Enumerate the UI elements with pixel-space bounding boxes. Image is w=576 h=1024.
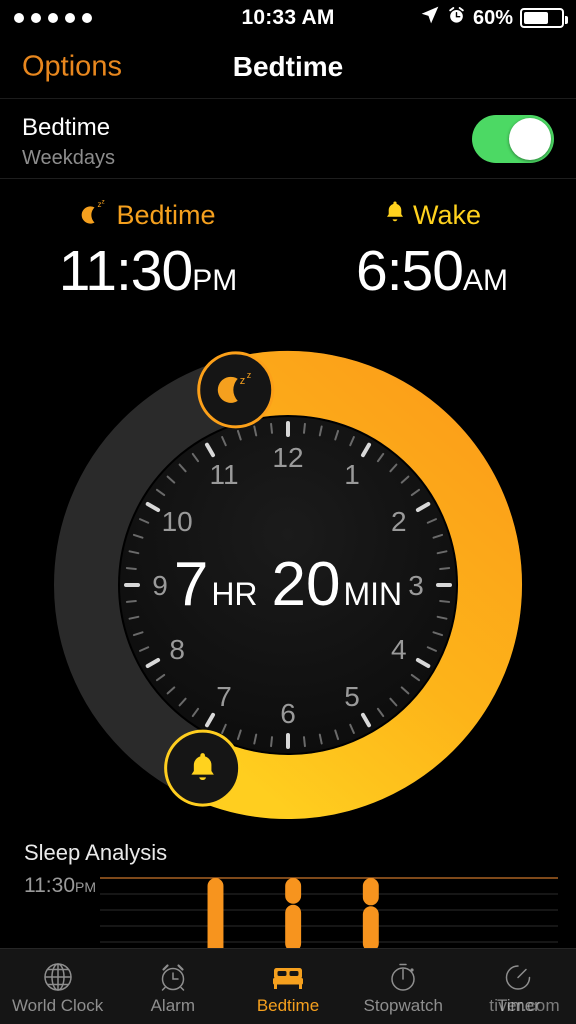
tab-stopwatch[interactable]: Stopwatch	[346, 949, 461, 1024]
tab-label: Alarm	[150, 995, 195, 1015]
bedtime-toggle-subtitle: Weekdays	[22, 147, 116, 169]
tab-world-clock[interactable]: World Clock	[0, 949, 115, 1024]
wake-label: Wake	[412, 199, 481, 230]
clock-tick-minute	[125, 567, 137, 571]
sleep-analysis-axis-label: 11:30PM	[24, 874, 96, 898]
bedtime-label: Bedtime	[116, 199, 216, 230]
tab-label: World Clock	[11, 995, 104, 1015]
status-bar: 10:33 AM 60%	[0, 0, 576, 36]
status-bar-right: 60%	[420, 5, 568, 31]
svg-text:z: z	[247, 370, 252, 380]
battery-fill	[524, 12, 548, 24]
stopwatch-icon	[387, 960, 419, 994]
clock-tick-minute	[270, 422, 274, 434]
sleep-bar-segment	[285, 878, 302, 904]
wake-value: 6:50AM	[288, 238, 576, 304]
bedtime-column[interactable]: z z Bedtime 11:30PM	[4, 196, 292, 304]
alarm-clock-icon	[157, 960, 189, 994]
bedtime-meridiem: PM	[192, 264, 238, 297]
clock-tick-minute	[270, 736, 274, 748]
sleep-bar-segment	[207, 878, 224, 958]
duration-minutes-unit: MIN	[344, 576, 403, 612]
battery-icon	[520, 8, 568, 28]
wake-handle[interactable]	[164, 729, 242, 807]
sleep-bar-segment	[362, 878, 379, 906]
tab-alarm[interactable]: Alarm	[115, 949, 230, 1024]
axis-meridiem: PM	[75, 879, 96, 895]
sleep-analysis-section: Sleep Analysis 11:30PM	[0, 838, 576, 958]
clock-hour-number: 4	[391, 634, 407, 665]
svg-text:z: z	[102, 198, 105, 205]
bedtime-dial[interactable]: 12 1 2 3 4 5 6 7 8 9 10 11 7HR 20MIN zz	[18, 330, 558, 840]
tab-timer[interactable]: Timer	[461, 949, 576, 1024]
wake-meridiem: AM	[462, 264, 508, 297]
bedtime-dial-svg[interactable]: 121234567891011 7HR 20MIN zz	[18, 330, 558, 840]
handle-circle	[197, 351, 275, 429]
axis-time: 11:30	[24, 874, 75, 897]
location-arrow-icon	[420, 5, 440, 31]
duration-minutes: 20	[272, 550, 341, 619]
page-title: Bedtime	[232, 51, 344, 82]
tab-bar: World Clock Alarm Bedtime Stopwatch Time…	[0, 948, 576, 1024]
clock-hour-number: 10	[162, 506, 193, 537]
duration-hours: 7	[174, 550, 208, 619]
clock-tick-minute	[125, 599, 137, 603]
tab-label: Bedtime	[256, 995, 320, 1015]
wake-column[interactable]: Wake 6:50AM	[288, 196, 576, 304]
clock-tick-minute	[302, 422, 306, 434]
clock-hour-number: 11	[209, 459, 238, 490]
tab-bedtime[interactable]: Bedtime	[230, 949, 345, 1024]
toggle-knob	[509, 117, 551, 160]
bedtime-screen: 10:33 AM 60% Options Bedtime Bedtime Wee…	[0, 0, 576, 1024]
svg-text:z: z	[240, 375, 246, 387]
bedtime-toggle-texts: Bedtime Weekdays	[22, 113, 115, 171]
clock-tick-minute	[439, 567, 451, 571]
clock-hour-number: 7	[216, 681, 232, 712]
tab-label: Stopwatch	[363, 995, 443, 1015]
tab-label: Timer	[497, 995, 540, 1015]
timer-icon	[502, 960, 534, 994]
clock-hour-number: 1	[344, 459, 360, 490]
bedtime-toggle-row[interactable]: Bedtime Weekdays	[0, 99, 576, 179]
bedtime-toggle-title: Bedtime	[22, 114, 111, 141]
sleep-analysis-chart[interactable]	[100, 876, 558, 958]
wake-time: 6:50	[356, 239, 464, 303]
bedtime-toggle-switch[interactable]	[472, 114, 554, 163]
schedule-times: z z Bedtime 11:30PM Wake 6:50AM	[0, 196, 576, 326]
navigation-bar: Options Bedtime	[0, 36, 576, 99]
sleep-analysis-title: Sleep Analysis	[24, 840, 168, 865]
clock-tick-minute	[302, 736, 306, 748]
clock-hour-number: 5	[344, 681, 360, 712]
bedtime-time: 11:30	[58, 239, 193, 303]
sleep-bar-segment	[362, 906, 379, 952]
bell-icon	[383, 199, 407, 232]
sleep-analysis-bars	[100, 876, 558, 958]
clock-hour-number: 8	[169, 634, 185, 665]
clock-hour-number: 9	[152, 570, 168, 601]
sleep-bar-segment	[285, 904, 302, 952]
bedtime-handle[interactable]: zz	[197, 351, 275, 429]
battery-percent-label: 60%	[472, 6, 513, 29]
clock-tick-minute	[439, 599, 451, 603]
moon-zzz-icon: z z	[80, 198, 110, 233]
clock-hour-number: 12	[272, 442, 303, 473]
globe-icon	[42, 960, 74, 994]
bedtime-label-row: z z Bedtime	[4, 196, 292, 234]
wake-label-row: Wake	[288, 196, 576, 234]
bed-icon	[271, 960, 305, 994]
clock-hour-number: 2	[391, 506, 407, 537]
bedtime-value: 11:30PM	[4, 238, 292, 304]
clock-hour-number: 6	[280, 698, 296, 729]
clock-hour-number: 3	[408, 570, 424, 601]
duration-hours-unit: HR	[211, 576, 257, 612]
alarm-clock-icon	[447, 6, 466, 31]
